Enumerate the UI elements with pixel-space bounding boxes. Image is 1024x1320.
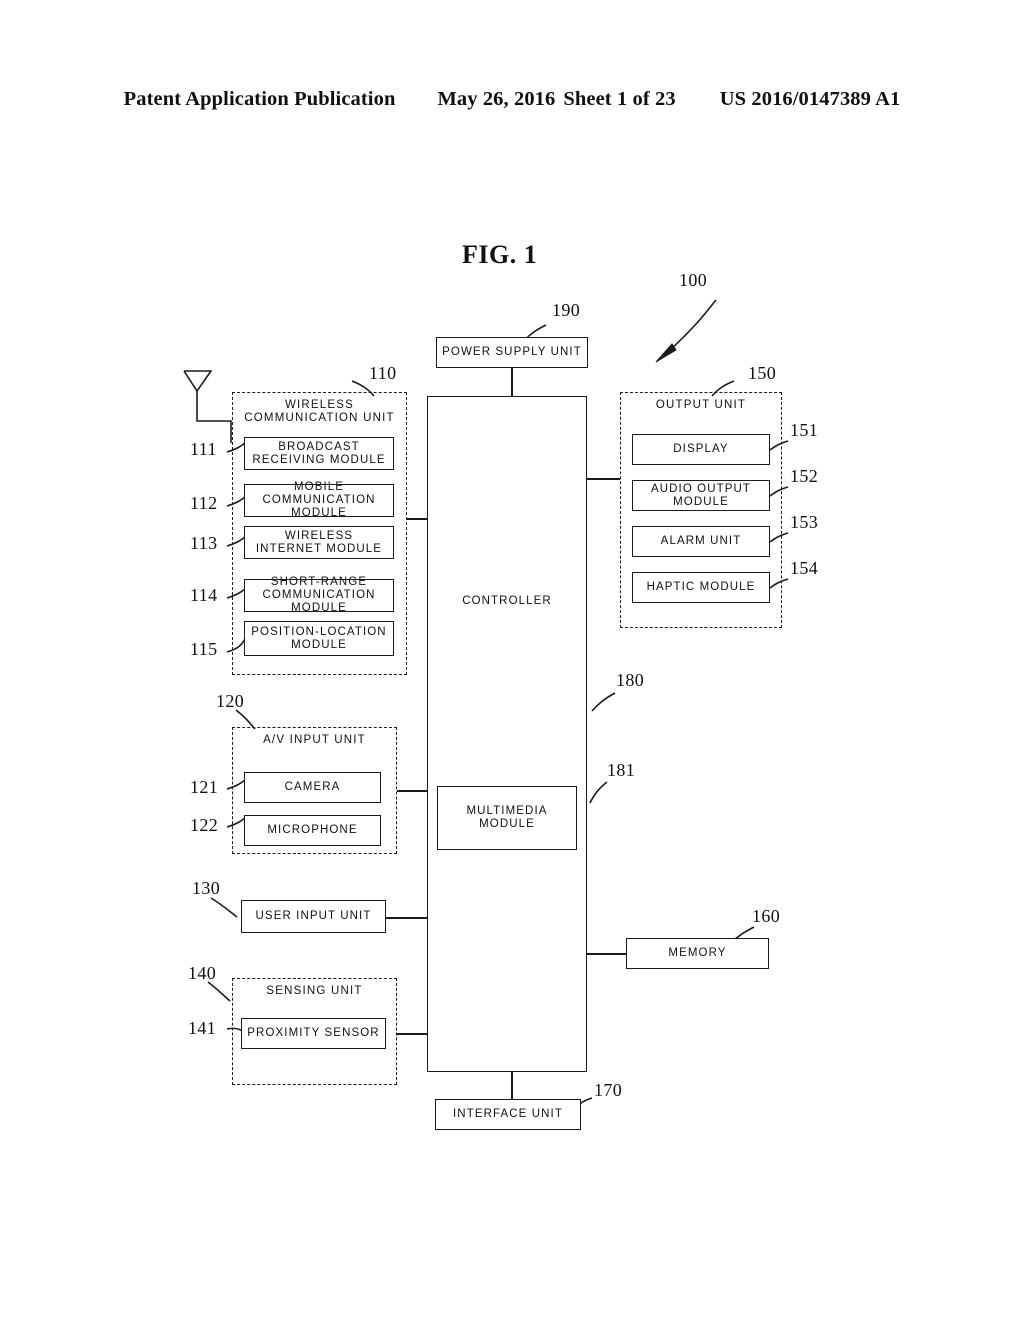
proximity-sensor-label: PROXIMITY SENSOR	[247, 1027, 380, 1039]
display-block[interactable]: DISPLAY	[632, 434, 770, 465]
wireless-title-line2: COMMUNICATION UNIT	[244, 412, 395, 424]
ref-153: 153	[790, 512, 819, 532]
ref-113: 113	[190, 533, 218, 553]
ref-130: 130	[192, 878, 221, 898]
ref-150: 150	[748, 363, 777, 383]
short-range-line1: SHORT-RANGE	[270, 576, 368, 588]
ref-151: 151	[790, 420, 819, 440]
ref-180: 180	[616, 670, 645, 690]
mobile-communication-module-block[interactable]: MOBILE COMMUNICATION MODULE	[244, 481, 394, 519]
broadcast-receiving-line1: BROADCAST	[278, 440, 360, 453]
wireless-communication-unit-title: WIRELESS COMMUNICATION UNIT	[233, 399, 406, 425]
user-input-unit-label: USER INPUT UNIT	[255, 910, 372, 922]
controller-block[interactable]: CONTROLLER	[427, 396, 587, 1072]
header-sheet: Sheet 1 of 23	[563, 88, 676, 110]
wireless-internet-line1: WIRELESS	[284, 529, 354, 542]
leader-180	[591, 692, 616, 712]
ref-120: 120	[216, 691, 245, 711]
controller-label: CONTROLLER	[462, 595, 552, 607]
ref-115: 115	[190, 639, 218, 659]
wireless-internet-line2: INTERNET MODULE	[255, 542, 383, 555]
ref-160: 160	[752, 906, 781, 926]
connector-userinput-controller	[386, 917, 427, 919]
connector-controller-memory	[587, 953, 626, 955]
alarm-unit-label: ALARM UNIT	[660, 535, 742, 547]
audio-output-module-label: AUDIO OUTPUT MODULE	[650, 482, 752, 508]
multimedia-module-block[interactable]: MULTIMEDIA MODULE	[437, 786, 577, 850]
header-publication: Patent Application Publication	[123, 88, 396, 110]
header-date: May 26, 2016	[437, 88, 556, 110]
memory-label: MEMORY	[668, 947, 727, 959]
display-label: DISPLAY	[673, 443, 729, 455]
ref-121: 121	[190, 777, 219, 797]
camera-label: CAMERA	[284, 781, 341, 793]
connector-power-controller	[511, 368, 513, 396]
microphone-label: MICROPHONE	[267, 824, 358, 836]
ref-154: 154	[790, 558, 819, 578]
audio-output-module-block[interactable]: AUDIO OUTPUT MODULE	[632, 480, 770, 511]
ref-100-device: 100	[679, 270, 708, 290]
camera-block[interactable]: CAMERA	[244, 772, 381, 803]
connector-sensing-controller	[397, 1033, 427, 1035]
page-header: Patent Application Publication May 26, 2…	[0, 88, 1024, 111]
short-range-line2: COMMUNICATION MODULE	[262, 589, 376, 614]
position-location-line2: MODULE	[291, 638, 347, 651]
antenna-icon	[183, 370, 232, 443]
connector-controller-output	[587, 478, 620, 480]
ref-190: 190	[552, 300, 581, 320]
figure-title: FIG. 1	[462, 240, 538, 269]
ref-112: 112	[190, 493, 218, 513]
ref-111: 111	[190, 439, 217, 459]
wireless-internet-module-block[interactable]: WIRELESS INTERNET MODULE	[244, 526, 394, 559]
alarm-unit-block[interactable]: ALARM UNIT	[632, 526, 770, 557]
ref-152: 152	[790, 466, 819, 486]
leader-140	[207, 981, 231, 1002]
ref-140: 140	[188, 963, 217, 983]
haptic-module-block[interactable]: HAPTIC MODULE	[632, 572, 770, 603]
mobile-communication-line1: MOBILE	[293, 481, 345, 493]
sensing-unit-title: SENSING UNIT	[266, 985, 363, 997]
ref-122: 122	[190, 815, 219, 835]
device-arrow-icon	[655, 299, 717, 363]
header-patent-number: US 2016/0147389 A1	[719, 88, 901, 110]
multimedia-module-label: MULTIMEDIA MODULE	[466, 805, 548, 830]
proximity-sensor-block[interactable]: PROXIMITY SENSOR	[241, 1018, 386, 1049]
connector-wireless-controller	[407, 518, 427, 520]
position-location-module-block[interactable]: POSITION-LOCATION MODULE	[244, 621, 394, 656]
wireless-title-line1: WIRELESS	[284, 399, 355, 411]
broadcast-receiving-line2: RECEIVING MODULE	[252, 453, 386, 466]
connector-controller-interface	[511, 1072, 513, 1099]
position-location-line1: POSITION-LOCATION	[251, 625, 387, 638]
patent-figure-page: Patent Application Publication May 26, 2…	[0, 0, 1024, 1320]
short-range-communication-module-block[interactable]: SHORT-RANGE COMMUNICATION MODULE	[244, 576, 394, 614]
interface-unit-label: INTERFACE UNIT	[453, 1108, 563, 1120]
interface-unit-block[interactable]: INTERFACE UNIT	[435, 1099, 581, 1130]
av-input-unit-title: A/V INPUT UNIT	[263, 734, 366, 746]
microphone-block[interactable]: MICROPHONE	[244, 815, 381, 846]
ref-170: 170	[594, 1080, 623, 1100]
ref-110: 110	[369, 363, 397, 383]
user-input-unit-block[interactable]: USER INPUT UNIT	[241, 900, 386, 933]
mobile-communication-line2: COMMUNICATION MODULE	[262, 494, 376, 519]
power-supply-unit-block[interactable]: POWER SUPPLY UNIT	[436, 337, 588, 368]
connector-av-controller	[397, 790, 427, 792]
power-supply-unit-label: POWER SUPPLY UNIT	[442, 346, 582, 358]
memory-block[interactable]: MEMORY	[626, 938, 769, 969]
ref-141: 141	[188, 1018, 217, 1038]
leader-130	[210, 897, 238, 918]
haptic-module-label: HAPTIC MODULE	[646, 581, 756, 593]
output-unit-title: OUTPUT UNIT	[655, 399, 747, 411]
leader-181	[589, 781, 608, 804]
broadcast-receiving-module-block[interactable]: BROADCAST RECEIVING MODULE	[244, 437, 394, 470]
ref-114: 114	[190, 585, 218, 605]
ref-181: 181	[607, 760, 636, 780]
